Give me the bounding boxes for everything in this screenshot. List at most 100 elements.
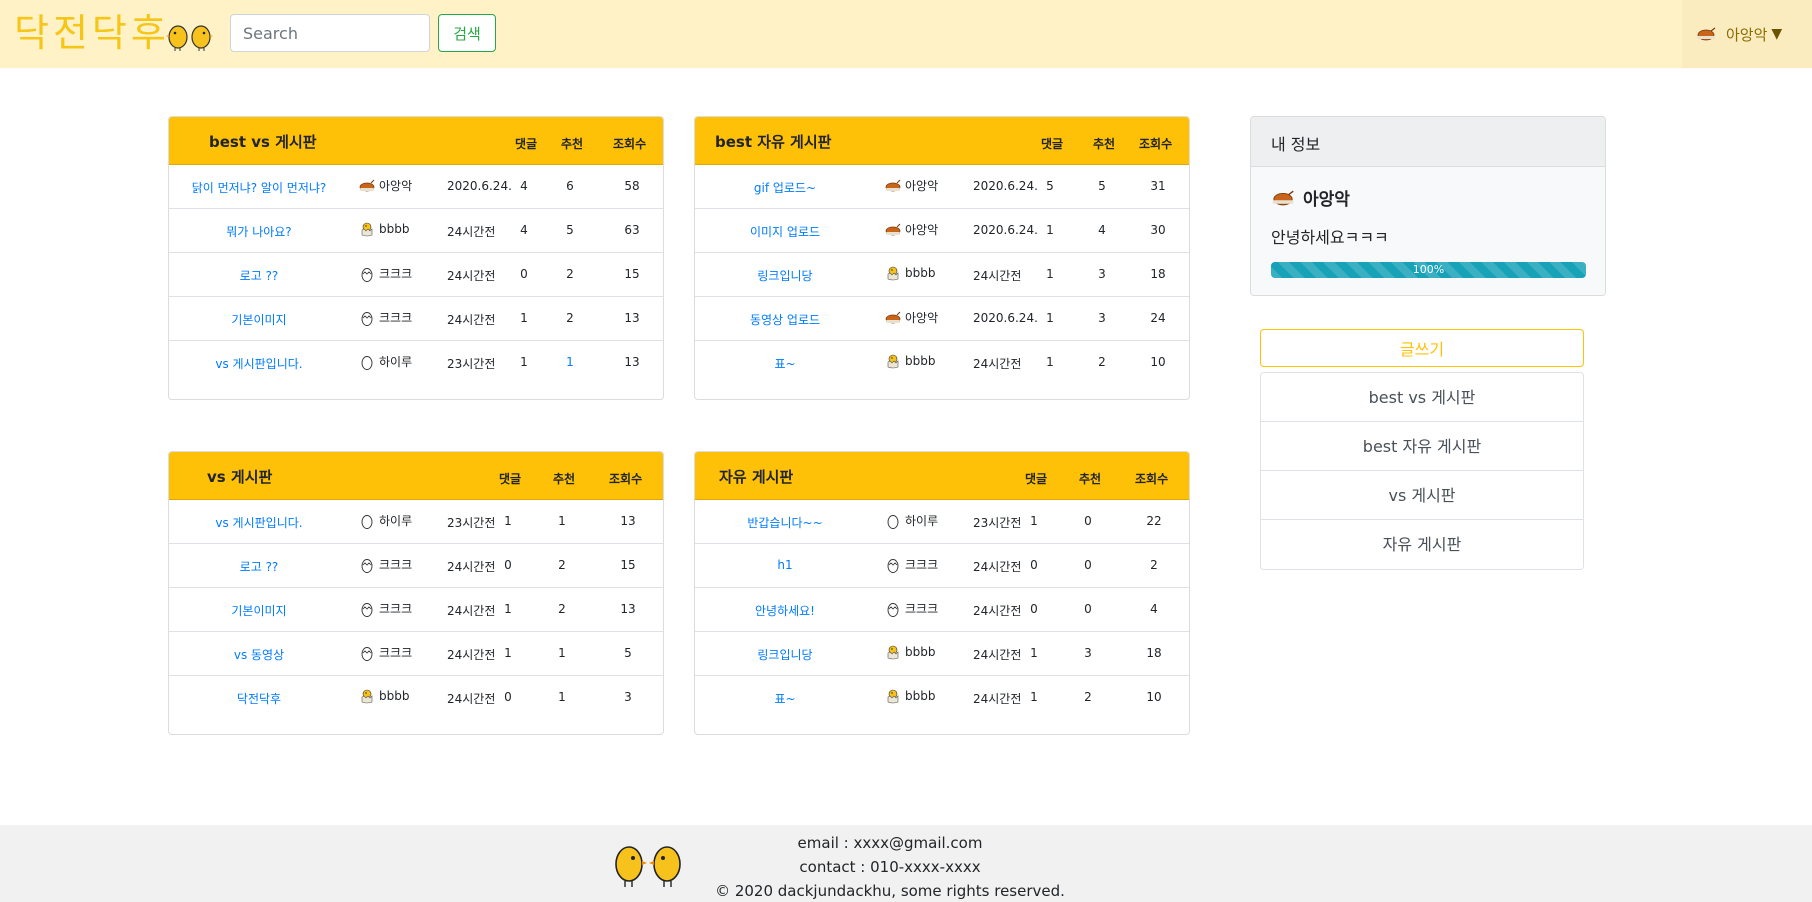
post-row[interactable]: 로고 ?? 크크크 24시간전 0 2 15	[169, 253, 663, 297]
post-row[interactable]: 로고 ?? 크크크 24시간전 0 2 15	[169, 544, 663, 588]
hatching-chick-icon	[887, 689, 899, 704]
post-likes-count: 0	[1084, 602, 1092, 616]
post-row[interactable]: 반갑습니다~~ 하이루 23시간전 1 0 22	[695, 500, 1189, 544]
post-title-link[interactable]: 뭐가 나아요?	[179, 223, 339, 240]
post-author-cell: 크크크	[359, 265, 412, 282]
post-author-cell: 하이루	[359, 512, 412, 529]
post-date: 2020.6.24.	[447, 179, 512, 193]
post-author: 크크크	[905, 558, 939, 572]
post-row[interactable]: 링크입니당 bbbb 24시간전 1 3 18	[695, 632, 1189, 676]
post-title-link[interactable]: 링크입니당	[705, 267, 865, 284]
post-views-count: 15	[624, 267, 640, 281]
post-row[interactable]: 닥전닥후 bbbb 24시간전 0 1 3	[169, 676, 663, 720]
post-author-cell: 크크크	[359, 556, 412, 573]
post-row[interactable]: h1 크크크 24시간전 0 0 2	[695, 544, 1189, 588]
post-author-cell: 하이루	[885, 512, 938, 529]
egg-icon	[887, 514, 899, 529]
brand-logo-text[interactable]: 닥전닥후	[14, 8, 170, 58]
post-author-cell: 크크크	[359, 600, 412, 617]
post-author: bbbb	[905, 689, 936, 703]
post-author-cell: 하이루	[359, 353, 412, 370]
column-header-views: 조회수	[613, 137, 647, 151]
post-title-link[interactable]: 이미지 업로드	[705, 223, 865, 240]
post-author-cell: 크크크	[359, 644, 412, 661]
post-title-link[interactable]: 로고 ??	[179, 267, 339, 284]
column-header-views: 조회수	[609, 472, 643, 486]
post-row[interactable]: gif 업로드~ 아앙악 2020.6.24. 5 5 31	[695, 165, 1189, 209]
post-title-link[interactable]: h1	[705, 558, 865, 572]
post-comments-count: 1	[1046, 311, 1054, 325]
post-row[interactable]: 안녕하세요! 크크크 24시간전 0 0 4	[695, 588, 1189, 632]
write-post-button[interactable]: 글쓰기	[1260, 329, 1584, 367]
post-row[interactable]: 표~ bbbb 24시간전 1 2 10	[695, 341, 1189, 385]
post-comments-count: 4	[520, 223, 528, 237]
post-date: 24시간전	[973, 648, 1022, 662]
post-title-link[interactable]: 동영상 업로드	[705, 311, 865, 328]
egg-icon	[361, 514, 373, 529]
post-title-link[interactable]: gif 업로드~	[705, 179, 865, 196]
search-button[interactable]: 검색	[438, 14, 496, 52]
post-row[interactable]: 닭이 먼저냐? 알이 먼저냐? 아앙악 2020.6.24. 4 6 58	[169, 165, 663, 209]
post-title-link[interactable]: 기본이미지	[179, 602, 339, 619]
menu-item-free[interactable]: 자유 게시판	[1261, 520, 1583, 569]
post-author-cell: 아앙악	[885, 177, 938, 194]
column-header-comments: 댓글	[515, 137, 538, 151]
menu-item-best-free[interactable]: best 자유 게시판	[1261, 422, 1583, 471]
user-menu-dropdown[interactable]: 아앙악 ▼	[1682, 0, 1812, 68]
post-date: 24시간전	[973, 560, 1022, 574]
menu-item-vs[interactable]: vs 게시판	[1261, 471, 1583, 520]
post-title-link[interactable]: 링크입니당	[705, 646, 865, 663]
post-comments-count: 1	[520, 355, 528, 369]
post-date: 24시간전	[447, 648, 496, 662]
chicks-footer-icon	[615, 846, 681, 887]
hatching-chick-icon	[361, 689, 373, 704]
post-row[interactable]: 표~ bbbb 24시간전 1 2 10	[695, 676, 1189, 720]
post-views-count: 15	[620, 558, 636, 572]
search-input[interactable]	[230, 14, 430, 52]
post-title-link[interactable]: vs 게시판입니다.	[179, 355, 339, 372]
post-row[interactable]: 링크입니당 bbbb 24시간전 1 3 18	[695, 253, 1189, 297]
post-row[interactable]: vs 게시판입니다. 하이루 23시간전 1 1 13	[169, 341, 663, 385]
post-row[interactable]: 이미지 업로드 아앙악 2020.6.24. 1 4 30	[695, 209, 1189, 253]
post-row[interactable]: vs 게시판입니다. 하이루 23시간전 1 1 13	[169, 500, 663, 544]
post-comments-count: 1	[1030, 646, 1038, 660]
roast-chicken-icon	[885, 311, 901, 323]
board-title[interactable]: best vs 게시판	[209, 131, 317, 152]
menu-item-best-vs[interactable]: best vs 게시판	[1261, 373, 1583, 422]
post-likes-count: 6	[566, 179, 574, 193]
column-header-likes: 추천	[561, 137, 584, 151]
roast-chicken-icon	[885, 223, 901, 235]
post-views-count: 24	[1150, 311, 1166, 325]
post-row[interactable]: 동영상 업로드 아앙악 2020.6.24. 1 3 24	[695, 297, 1189, 341]
board-title[interactable]: 자유 게시판	[719, 466, 793, 487]
board-title[interactable]: vs 게시판	[207, 466, 272, 487]
footer-email: email : xxxx@gmail.com	[797, 834, 983, 852]
post-views-count: 18	[1146, 646, 1162, 660]
post-author: 크크크	[379, 558, 413, 572]
post-title-link[interactable]: vs 게시판입니다.	[179, 514, 339, 531]
post-likes-count: 5	[566, 223, 574, 237]
post-title-link[interactable]: 반갑습니다~~	[705, 514, 865, 531]
my-info-header: 내 정보	[1251, 117, 1605, 167]
post-title-link[interactable]: 닭이 먼저냐? 알이 먼저냐?	[179, 179, 339, 196]
post-row[interactable]: 뭐가 나아요? bbbb 24시간전 4 5 63	[169, 209, 663, 253]
profile-name: 아앙악	[1271, 185, 1585, 210]
post-title-link[interactable]: 기본이미지	[179, 311, 339, 328]
post-views-count: 30	[1150, 223, 1166, 237]
post-title-link[interactable]: 로고 ??	[179, 558, 339, 575]
post-row[interactable]: 기본이미지 크크크 24시간전 1 2 13	[169, 588, 663, 632]
caret-down-icon: ▼	[1771, 26, 1783, 42]
board-title[interactable]: best 자유 게시판	[715, 131, 831, 152]
post-title-link[interactable]: 표~	[705, 355, 865, 372]
profile-name-text: 아앙악	[1303, 190, 1350, 210]
post-title-link[interactable]: 안녕하세요!	[705, 602, 865, 619]
board-header: best 자유 게시판 댓글 추천 조회수	[695, 117, 1189, 165]
post-author: 크크크	[905, 602, 939, 616]
post-title-link[interactable]: 닥전닥후	[179, 690, 339, 707]
post-comments-count: 0	[1030, 602, 1038, 616]
post-row[interactable]: vs 동영상 크크크 24시간전 1 1 5	[169, 632, 663, 676]
post-row[interactable]: 기본이미지 크크크 24시간전 1 2 13	[169, 297, 663, 341]
post-title-link[interactable]: 표~	[705, 690, 865, 707]
post-title-link[interactable]: vs 동영상	[179, 646, 339, 663]
cracked-egg-icon	[361, 558, 373, 573]
